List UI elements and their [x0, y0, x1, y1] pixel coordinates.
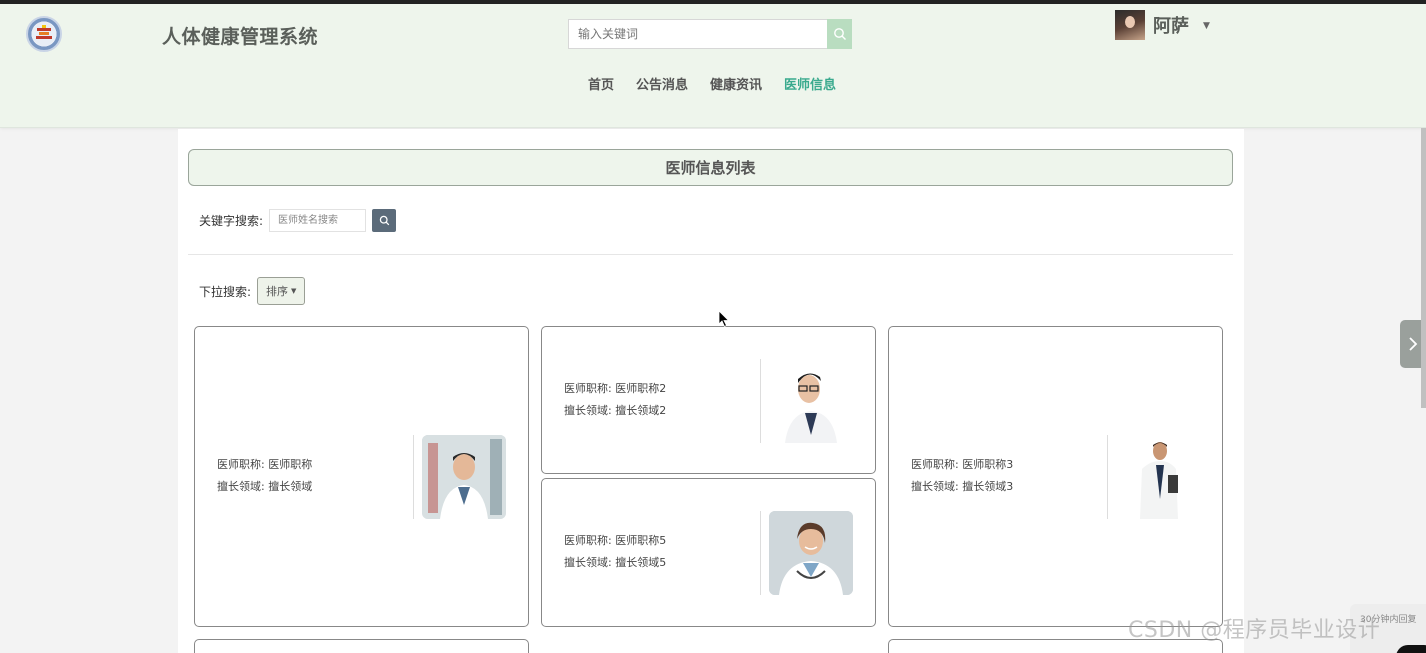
scrollbar[interactable] — [1421, 128, 1426, 408]
list-title: 医师信息列表 — [188, 149, 1233, 186]
doctor-title: 医师职称: 医师职称2 — [564, 382, 667, 395]
doctor-field: 擅长领域: 擅长领域2 — [564, 404, 667, 417]
nav-announcements[interactable]: 公告消息 — [625, 76, 699, 96]
logo-icon[interactable] — [26, 16, 62, 52]
doctor-card[interactable]: 医师职称: 医师职称 擅长领域: 擅长领域 — [194, 326, 529, 627]
sort-dropdown[interactable]: 排序 ▼ — [257, 277, 306, 305]
main-nav: 首页 公告消息 健康资讯 医师信息 — [577, 76, 847, 96]
doctor-name-search-input[interactable] — [269, 208, 367, 232]
keyword-search-row: 关键字搜索: — [199, 208, 397, 232]
doctor-card[interactable]: 医师职称: 医师职称3 擅长领域: 擅长领域3 — [888, 326, 1223, 627]
caret-down-icon: ▼ — [291, 287, 297, 295]
dropdown-label: 下拉搜索: — [199, 284, 252, 299]
doctor-card[interactable]: 医师职称: 医师职称2 擅长领域: 擅长领域2 — [541, 326, 876, 474]
watermark: CSDN @程序员毕业设计 — [1128, 618, 1381, 643]
site-title: 人体健康管理系统 — [162, 26, 319, 48]
avatar[interactable] — [1115, 10, 1145, 40]
caret-down-icon[interactable]: ▼ — [1203, 21, 1210, 31]
header-search-button[interactable] — [827, 19, 852, 49]
doctor-title: 医师职称: 医师职称5 — [564, 534, 667, 547]
header-search — [568, 19, 852, 49]
user-name[interactable]: 阿萨 — [1153, 12, 1189, 38]
nav-doctor-info[interactable]: 医师信息 — [773, 76, 847, 96]
doctor-photo-icon[interactable] — [769, 359, 853, 443]
keyword-search-button[interactable] — [372, 208, 397, 232]
chevron-right-icon — [1409, 337, 1418, 351]
doctor-field: 擅长领域: 擅长领域5 — [564, 556, 667, 569]
mouse-cursor-icon — [718, 310, 730, 332]
doctor-title: 医师职称: 医师职称 — [217, 458, 313, 471]
nav-health-news[interactable]: 健康资讯 — [699, 76, 773, 96]
chat-widget-icon[interactable] — [1396, 645, 1426, 653]
doctor-title: 医师职称: 医师职称3 — [911, 458, 1014, 471]
search-icon — [379, 215, 389, 225]
doctor-field: 擅长领域: 擅长领域 — [217, 480, 313, 493]
doctor-card[interactable] — [194, 639, 529, 653]
dropdown-search-row: 下拉搜索: 排序 ▼ — [199, 277, 306, 305]
keyword-label: 关键字搜索: — [199, 213, 264, 228]
nav-home[interactable]: 首页 — [577, 76, 625, 96]
doctor-field: 擅长领域: 擅长领域3 — [911, 480, 1014, 493]
sort-label: 排序 — [266, 285, 289, 298]
doctor-card[interactable]: 医师职称: 医师职称5 擅长领域: 擅长领域5 — [541, 478, 876, 627]
doctor-photo-icon[interactable] — [1116, 435, 1200, 519]
user-menu[interactable]: 阿萨 ▼ — [1115, 10, 1210, 40]
doctor-photo-icon[interactable] — [422, 435, 506, 519]
doctor-photo-icon[interactable] — [769, 511, 853, 595]
divider — [188, 254, 1233, 255]
search-icon — [833, 28, 846, 40]
header-search-input[interactable] — [568, 19, 828, 49]
site-header: 人体健康管理系统 阿萨 ▼ 首页 公告消息 健康资讯 医师信息 — [0, 4, 1426, 128]
